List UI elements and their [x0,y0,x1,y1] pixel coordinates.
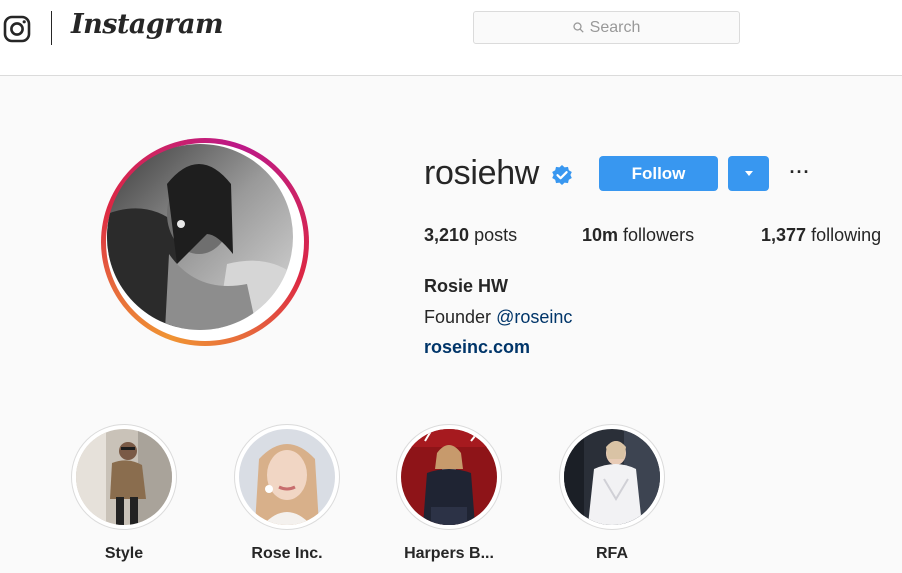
following-stat[interactable]: 1,377 following [761,225,881,246]
top-navigation-bar: Instagram Search [0,0,902,76]
profile-full-name: Rosie HW [424,276,509,296]
highlight-label-harpers-bazaar[interactable]: Harpers B... [379,545,519,563]
followers-label: followers [623,225,695,245]
posts-count: 3,210 [424,225,470,245]
avatar-photo-image [107,144,293,330]
search-input[interactable]: Search [473,11,740,44]
highlight-harpers-bazaar[interactable] [396,424,502,530]
suggested-accounts-dropdown-button[interactable] [728,156,769,191]
profile-website-link[interactable]: roseinc.com [424,337,530,358]
bio-mention-link[interactable]: @roseinc [496,307,572,327]
following-count: 1,377 [761,225,807,245]
caret-down-icon [744,171,753,176]
posts-label: posts [474,225,518,245]
highlight-cover [239,429,335,525]
instagram-wordmark-logo[interactable]: Instagram [71,9,224,40]
followers-count: 10m [582,225,619,245]
search-icon [572,22,584,33]
following-label: following [811,225,882,245]
highlight-cover [76,429,172,525]
highlight-cover [401,429,497,525]
profile-avatar-story-ring[interactable] [101,138,309,346]
instagram-camera-icon[interactable] [2,14,32,44]
profile-username: rosiehw [424,154,540,192]
bio-text: Founder [424,307,492,327]
follow-button[interactable]: Follow [599,156,718,191]
verified-badge-icon [552,165,572,185]
profile-avatar[interactable] [107,144,293,330]
highlight-label-rose-inc[interactable]: Rose Inc. [217,545,357,563]
highlight-rfa[interactable] [559,424,665,530]
profile-bio: Founder @roseinc [424,307,572,328]
more-options-button[interactable]: ··· [789,160,811,184]
highlight-cover [564,429,660,525]
brand-divider [51,11,52,45]
highlight-rose-inc[interactable] [234,424,340,530]
posts-stat: 3,210 posts [424,225,517,246]
highlight-label-style[interactable]: Style [54,545,194,563]
highlight-style[interactable] [71,424,177,530]
followers-stat[interactable]: 10m followers [582,225,694,246]
highlight-label-rfa[interactable]: RFA [542,545,682,563]
search-placeholder: Search [589,18,641,36]
